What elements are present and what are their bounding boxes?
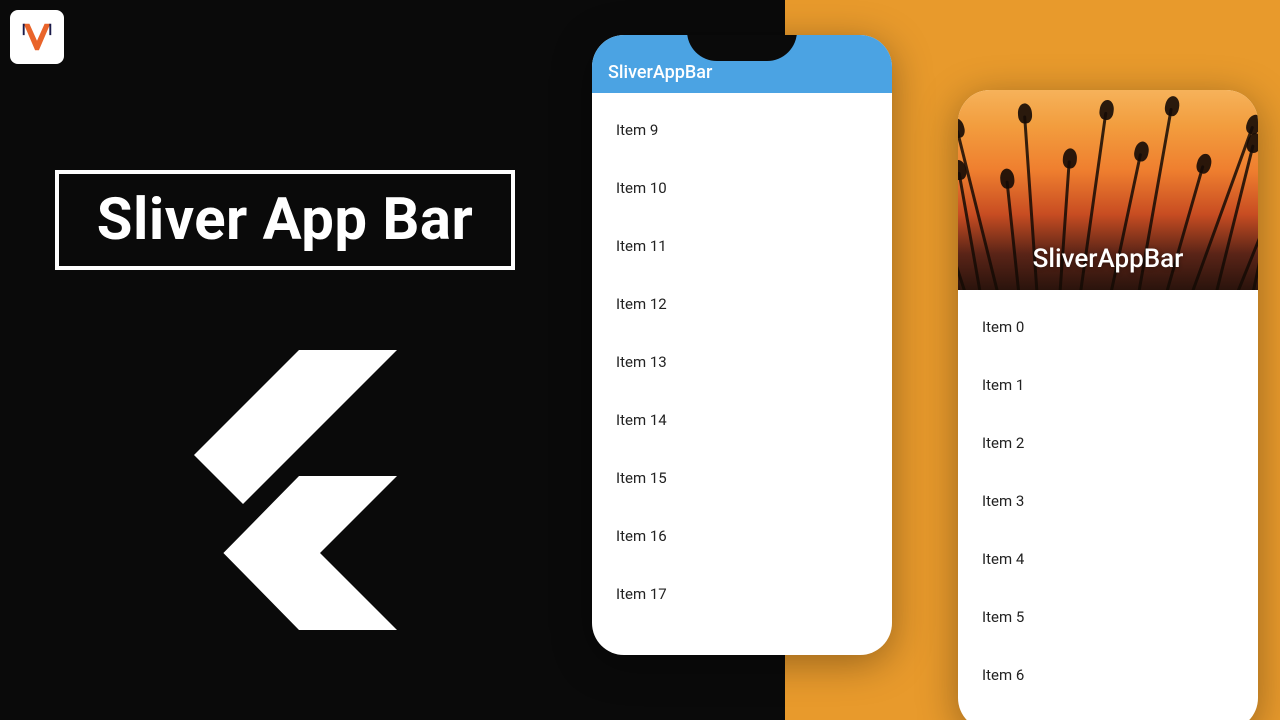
app-bar-title: SliverAppBar [958,244,1258,274]
item-list-expanded[interactable]: Item 0Item 1Item 2Item 3Item 4Item 5Item… [958,290,1258,712]
list-item[interactable]: Item 6 [958,646,1258,704]
list-item[interactable]: Item 15 [592,449,892,507]
list-item[interactable]: Item 3 [958,472,1258,530]
list-item[interactable]: Item 14 [592,391,892,449]
list-item[interactable]: Item 2 [958,414,1258,472]
page-title: Sliver App Bar [97,186,473,254]
list-item[interactable]: Item 11 [592,217,892,275]
app-bar-expanded[interactable]: SliverAppBar [958,90,1258,290]
list-item[interactable]: Item 4 [958,530,1258,588]
list-item[interactable]: Item 12 [592,275,892,333]
channel-logo [10,10,64,64]
list-item[interactable]: Item 16 [592,507,892,565]
list-item[interactable]: Item 5 [958,588,1258,646]
list-item[interactable]: Item 1 [958,356,1258,414]
list-item[interactable]: Item 17 [592,565,892,623]
title-frame: Sliver App Bar [55,170,515,270]
list-item[interactable]: Item 10 [592,159,892,217]
phone-mockup-expanded: SliverAppBar Item 0Item 1Item 2Item 3Ite… [958,90,1258,720]
list-item[interactable]: Item 13 [592,333,892,391]
item-list-collapsed[interactable]: Item 9Item 10Item 11Item 12Item 13Item 1… [592,93,892,631]
phone-mockup-collapsed: SliverAppBar Item 9Item 10Item 11Item 12… [592,35,892,655]
phone-notch [687,35,797,61]
list-item[interactable]: Item 9 [592,101,892,159]
flutter-logo-icon [170,350,400,630]
app-bar-title: SliverAppBar [608,62,712,83]
list-item[interactable]: Item 0 [958,298,1258,356]
thumbnail-stage: Sliver App Bar SliverAppBar Item 9Item 1… [0,0,1280,720]
monogram-icon [18,18,56,56]
